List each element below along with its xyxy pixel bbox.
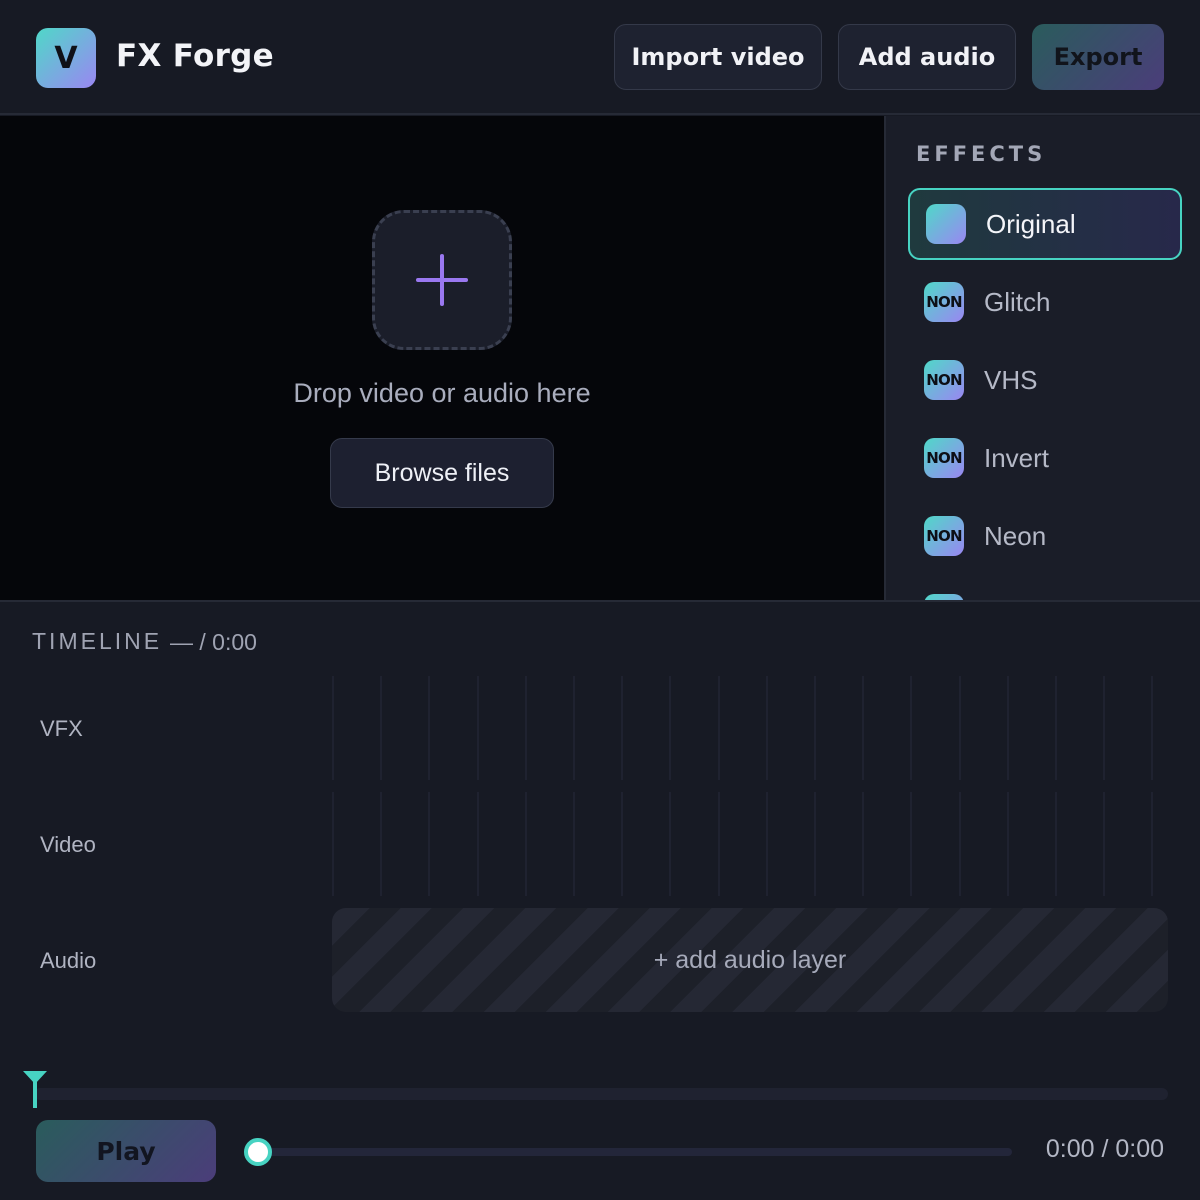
- grid-line: [428, 792, 431, 896]
- grid-line: [476, 792, 479, 896]
- grid-line: [814, 676, 816, 780]
- effect-item-partial[interactable]: [908, 578, 1182, 600]
- drop-prompt: Drop video or audio here: [293, 378, 591, 408]
- logo-letter: V: [54, 40, 78, 76]
- timeline-panel: TIMELINE — / 0:00 VFX Video Audio + add …: [0, 600, 1200, 1200]
- grid-line: [717, 792, 720, 896]
- plus-icon: [416, 254, 468, 306]
- seek-handle[interactable]: [244, 1138, 272, 1166]
- grid-line: [910, 676, 913, 780]
- playhead-marker[interactable]: [22, 1070, 48, 1110]
- grid-line: [1055, 792, 1057, 896]
- effect-thumbnail: NON: [924, 438, 964, 478]
- browse-files-button[interactable]: Browse files: [330, 438, 554, 508]
- grid-line: [332, 676, 334, 780]
- grid-line: [862, 792, 865, 896]
- add-audio-button[interactable]: Add audio: [838, 24, 1016, 90]
- effect-label: Original: [986, 208, 1076, 239]
- effects-title: EFFECTS: [916, 142, 1047, 166]
- grid-line: [476, 676, 479, 780]
- effect-label: Neon: [984, 520, 1047, 551]
- export-button[interactable]: Export: [1032, 24, 1164, 90]
- grid-line: [573, 676, 575, 780]
- grid-line: [814, 792, 816, 896]
- import-video-button[interactable]: Import video: [614, 24, 822, 90]
- preview-dropzone[interactable]: Drop video or audio here Browse files: [0, 116, 884, 600]
- grid-line: [573, 792, 575, 896]
- grid-line: [428, 676, 431, 780]
- grid-line: [1151, 792, 1154, 896]
- grid-line: [621, 792, 624, 896]
- effect-thumbnail: [926, 204, 966, 244]
- effect-item-neon[interactable]: NON Neon: [908, 500, 1182, 572]
- play-button[interactable]: Play: [36, 1120, 216, 1182]
- track-label-vfx: VFX: [40, 716, 83, 741]
- grid-line: [958, 792, 961, 896]
- grid-line: [669, 792, 672, 896]
- effect-label: VHS: [984, 364, 1038, 395]
- grid-line: [1103, 792, 1106, 896]
- track-video[interactable]: [332, 792, 1168, 896]
- grid-line: [524, 792, 527, 896]
- grid-line: [669, 676, 672, 780]
- grid-line: [621, 676, 624, 780]
- effect-item-original[interactable]: Original: [908, 188, 1182, 260]
- app-title: FX Forge: [116, 38, 274, 74]
- timeline-scrubber[interactable]: [34, 1088, 1168, 1100]
- effect-item-vhs[interactable]: NON VHS: [908, 344, 1182, 416]
- upload-button[interactable]: [372, 210, 512, 350]
- grid-line: [958, 676, 961, 780]
- grid-line: [862, 676, 865, 780]
- track-vfx[interactable]: [332, 676, 1168, 780]
- app-logo: V: [36, 28, 96, 88]
- effect-label: Glitch: [984, 286, 1051, 317]
- grid-line: [380, 676, 383, 780]
- effect-item-glitch[interactable]: NON Glitch: [908, 266, 1182, 338]
- timeline-time: — / 0:00: [170, 629, 257, 655]
- seek-bar[interactable]: [258, 1148, 1012, 1156]
- effect-thumbnail: NON: [924, 282, 964, 322]
- grid-line: [524, 676, 527, 780]
- grid-line: [1103, 676, 1106, 780]
- effects-panel: EFFECTS Original NON Glitch NON VHS NON …: [884, 116, 1200, 600]
- grid-line: [1006, 676, 1009, 780]
- track-label-video: Video: [40, 832, 96, 857]
- time-readout: 0:00 / 0:00: [1045, 1135, 1164, 1163]
- grid-line: [765, 792, 768, 896]
- effect-label: Invert: [984, 442, 1050, 473]
- effect-item-invert[interactable]: NON Invert: [908, 422, 1182, 494]
- app-header: V FX Forge Import video Add audio Export: [0, 0, 1200, 115]
- grid-line: [765, 676, 768, 780]
- grid-line: [910, 792, 913, 896]
- grid-line: [1151, 676, 1154, 780]
- track-label-audio: Audio: [40, 948, 97, 973]
- effect-thumbnail: NON: [924, 360, 964, 400]
- add-audio-layer-button[interactable]: + add audio layer: [332, 908, 1168, 1012]
- timeline-title: TIMELINE: [32, 628, 163, 654]
- add-audio-layer-label: + add audio layer: [653, 945, 847, 974]
- grid-line: [380, 792, 383, 896]
- grid-line: [717, 676, 720, 780]
- effect-thumbnail: NON: [924, 516, 964, 556]
- grid-line: [332, 792, 334, 896]
- grid-line: [1055, 676, 1057, 780]
- grid-line: [1006, 792, 1009, 896]
